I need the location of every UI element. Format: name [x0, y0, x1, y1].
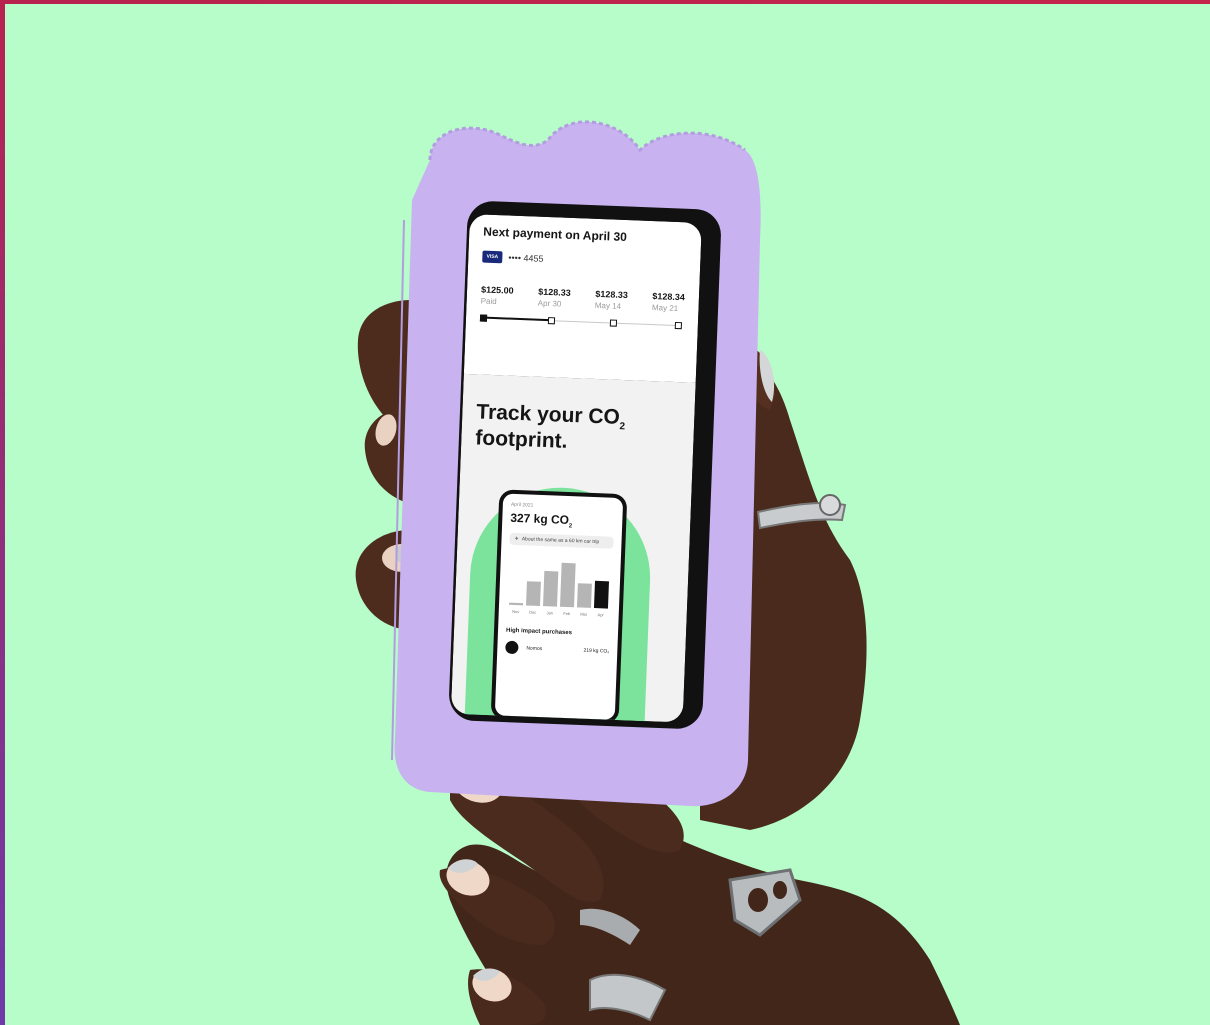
- inner-screen: April 2021 327 kg CO2 ✈ About the same a…: [494, 493, 624, 720]
- inner-co2-amount: 327 kg CO2: [510, 510, 573, 530]
- inner-phone-illustration: April 2021 327 kg CO2 ✈ About the same a…: [463, 484, 654, 723]
- timeline-dot: [674, 321, 683, 330]
- timeline-progress: [481, 316, 553, 322]
- payment-schedule: $125.00 Paid $128.33 Apr 30 $128.33 May …: [480, 284, 685, 313]
- merchant-co2: 219 kg CO₂: [583, 647, 610, 655]
- payment-3: $128.33 May 14: [595, 289, 628, 311]
- high-impact-title: High impact purchases: [505, 628, 573, 637]
- inner-phone: April 2021 327 kg CO2 ✈ About the same a…: [490, 489, 628, 723]
- month-label: Nov: [512, 609, 519, 614]
- co2-bar: [559, 563, 576, 608]
- payment-amount: $128.34: [652, 291, 686, 303]
- co2-headline: Track your CO2 footprint.: [474, 400, 626, 454]
- payment-label: May 14: [594, 300, 622, 311]
- merchant-logo: [505, 641, 519, 655]
- co2-bar: [525, 581, 541, 607]
- co2-bar-chart: Nov Dec Jan Feb Mar Apr: [509, 563, 609, 618]
- payment-card: Next payment on April 30 VISA •••• 4455 …: [463, 214, 702, 383]
- next-payment-title: Next payment on April 30: [483, 224, 628, 245]
- co2-bar: [593, 581, 609, 609]
- payment-label: Paid: [480, 296, 497, 307]
- purchase-row: Nomos 219 kg CO₂: [505, 641, 609, 658]
- timeline-dot: [609, 319, 618, 327]
- inner-date: April 2021: [510, 501, 534, 509]
- month-label: Apr: [597, 613, 604, 618]
- phone-screen: Next payment on April 30 VISA •••• 4455 …: [450, 214, 702, 723]
- payment-amount: $128.33: [538, 286, 571, 298]
- payment-label: May 21: [651, 303, 679, 314]
- visa-card-icon: VISA: [482, 250, 503, 264]
- payment-2: $128.33 Apr 30: [538, 287, 571, 309]
- comparison-text: About the same as a 60 km car trip: [521, 536, 600, 546]
- month-label: Mar: [580, 612, 588, 617]
- car-icon: ✈: [514, 536, 519, 543]
- co2-promo: Track your CO2 footprint. April 2021 327…: [450, 373, 696, 723]
- month-label: Dec: [529, 610, 536, 615]
- co2-bar: [542, 571, 559, 608]
- payment-amount: $128.33: [595, 288, 629, 301]
- payment-1: $125.00 Paid: [480, 284, 513, 306]
- co2-bar: [509, 602, 524, 606]
- timeline-dot: [547, 317, 556, 325]
- comparison-pill: ✈ About the same as a 60 km car trip: [509, 533, 614, 550]
- payment-4: $128.34 May 21: [652, 291, 685, 313]
- payment-timeline: [479, 313, 684, 331]
- payment-amount: $125.00: [480, 284, 514, 296]
- card-number: •••• 4455: [508, 252, 544, 264]
- month-label: Feb: [563, 611, 571, 616]
- merchant-name: Nomos: [526, 645, 543, 652]
- card-row: VISA •••• 4455: [482, 250, 686, 271]
- month-label: Jan: [546, 611, 553, 616]
- payment-label: Apr 30: [537, 298, 562, 309]
- timeline-dot: [479, 314, 488, 322]
- co2-bar: [576, 583, 592, 609]
